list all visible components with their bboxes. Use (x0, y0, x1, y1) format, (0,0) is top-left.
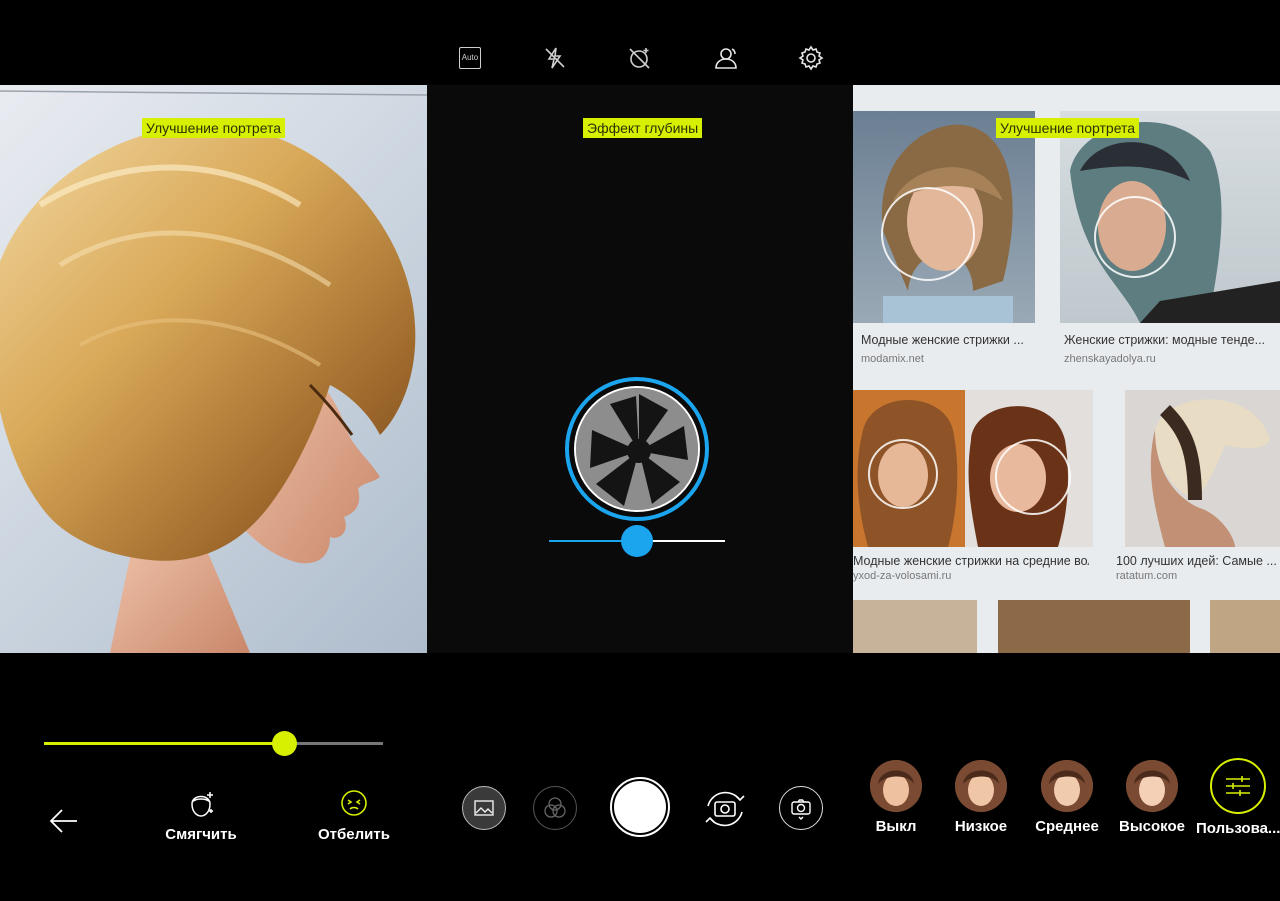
filter-button[interactable] (533, 786, 577, 830)
result-caption: Модные женские стрижки на средние вол... (853, 554, 1089, 568)
whiten-label: Отбелить (318, 826, 390, 843)
level-custom-button[interactable]: Пользова... (1196, 758, 1280, 837)
level-medium-label: Среднее (1035, 818, 1099, 835)
level-medium-button[interactable]: Среднее (1027, 760, 1107, 835)
custom-level-selected-ring (1210, 758, 1266, 814)
level-low-label: Низкое (954, 818, 1008, 835)
middle-preview-panel[interactable]: Эффект глубины (427, 85, 853, 653)
camera-mode-button[interactable] (779, 786, 823, 830)
soften-face-icon (191, 792, 213, 817)
face-detection-circle (881, 187, 975, 281)
result-source: ratatum.com (1116, 570, 1178, 582)
auto-mode-icon[interactable]: Auto (456, 44, 484, 72)
soften-tool-button[interactable]: Смягчить (146, 788, 256, 844)
portrait-photo (0, 90, 427, 653)
flash-off-icon[interactable] (541, 44, 569, 72)
aperture-icon (565, 377, 709, 521)
result-source: modamix.net (861, 353, 924, 365)
result-source: yxod-za-volosami.ru (853, 570, 952, 582)
gallery-image-icon (474, 800, 494, 816)
face-detection-circle (995, 439, 1071, 515)
beauty-slider-handle[interactable] (272, 731, 297, 756)
face-detection-circle (1094, 196, 1176, 278)
level-off-button[interactable]: Выкл (856, 760, 936, 835)
face-avatar (1041, 760, 1093, 812)
right-preview-panel[interactable]: Модные женские стрижки ... modamix.net Ж… (853, 85, 1280, 653)
search-result-image (853, 600, 977, 653)
result-caption: 100 лучших идей: Самые ... (1116, 554, 1276, 568)
search-result-image (998, 600, 1190, 653)
soften-label: Смягчить (165, 826, 237, 843)
level-off-label: Выкл (875, 818, 917, 835)
switch-camera-button[interactable] (702, 786, 748, 832)
portrait-mode-tag: Улучшение портрета (142, 118, 286, 138)
result-source: zhenskayadolya.ru (1064, 353, 1156, 365)
face-avatar (870, 760, 922, 812)
gallery-button[interactable] (462, 786, 506, 830)
portrait-mode-tag: Улучшение портрета (996, 118, 1140, 138)
level-high-label: Высокое (1119, 818, 1185, 835)
level-low-button[interactable]: Низкое (941, 760, 1021, 835)
search-result-image (1210, 600, 1280, 653)
result-caption: Женские стрижки: модные тенде... (1064, 333, 1266, 347)
left-preview-panel[interactable]: Улучшение портрета (0, 85, 427, 653)
switch-camera-icon (705, 791, 745, 827)
search-result-image (1125, 390, 1280, 547)
result-caption: Модные женские стрижки ... (861, 333, 1024, 347)
whiten-face-icon (341, 790, 367, 816)
top-toolbar: Auto (0, 0, 1280, 85)
auto-mode-label: Auto (459, 47, 481, 69)
settings-icon[interactable] (797, 44, 825, 72)
whiten-tool-button[interactable]: Отбелить (299, 788, 409, 844)
arrow-left-icon (49, 809, 77, 833)
hdr-off-icon[interactable] (626, 44, 654, 72)
filter-circles-icon (544, 797, 566, 818)
depth-mode-tag: Эффект глубины (583, 118, 703, 138)
back-button[interactable] (48, 805, 80, 837)
camera-mode-icon (791, 799, 811, 820)
face-avatar (955, 760, 1007, 812)
sliders-icon (1226, 776, 1250, 796)
portrait-mode-icon[interactable] (712, 44, 740, 72)
beauty-strength-slider[interactable] (44, 731, 383, 756)
level-custom-label: Пользова... (1196, 820, 1280, 837)
level-high-button[interactable]: Высокое (1112, 760, 1192, 835)
face-avatar (1126, 760, 1178, 812)
shutter-button[interactable] (610, 777, 670, 837)
depth-slider-handle[interactable] (621, 525, 653, 557)
face-detection-circle (868, 439, 938, 509)
depth-slider[interactable] (549, 525, 725, 557)
